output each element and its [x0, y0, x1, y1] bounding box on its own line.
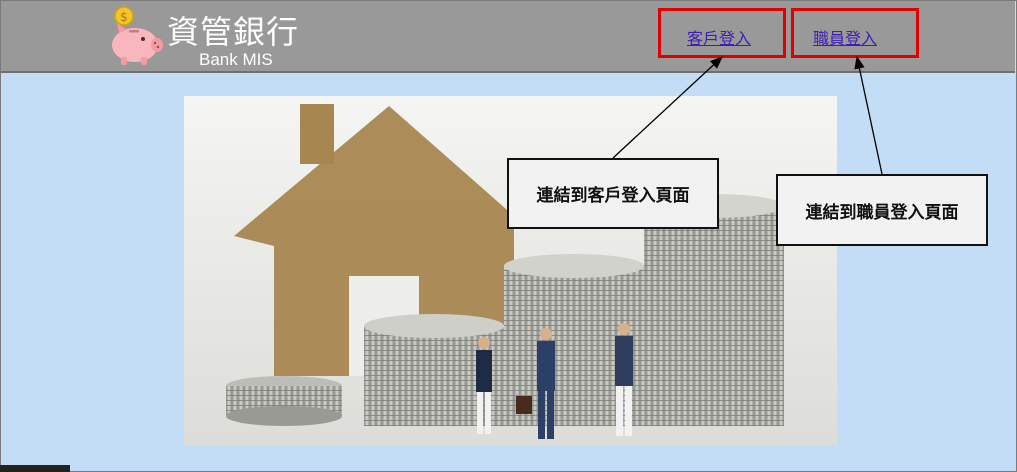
customer-login-highlight [658, 8, 786, 58]
hero-image [184, 96, 837, 446]
bank-title: 資管銀行 [167, 13, 300, 51]
bottom-left-tab [0, 465, 70, 472]
customer-login-callout: 連結到客戶登入頁面 [507, 158, 719, 229]
piggy-bank-icon: $ [112, 6, 163, 65]
staff-login-callout: 連結到職員登入頁面 [776, 174, 988, 246]
svg-text:$: $ [120, 10, 128, 24]
staff-login-highlight [791, 8, 919, 58]
bank-subtitle: Bank MIS [199, 50, 273, 69]
